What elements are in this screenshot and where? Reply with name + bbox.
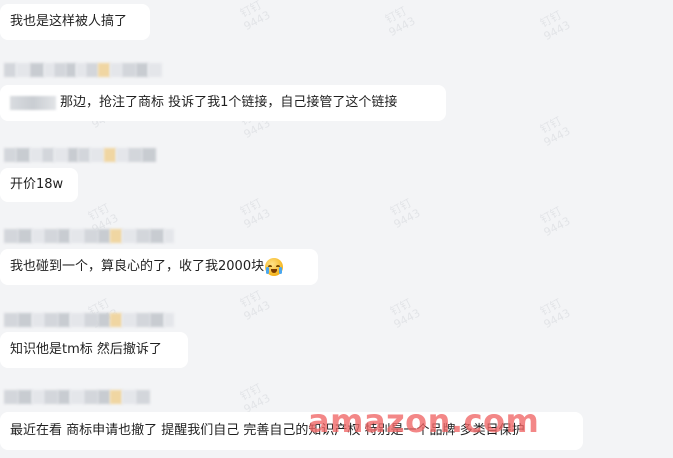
masked-text xyxy=(10,96,56,110)
message-text: 我也碰到一个，算良心的了，收了我2000块 xyxy=(10,259,265,274)
watermark: 钉钉9443 xyxy=(538,114,573,150)
watermark: 钉钉9443 xyxy=(238,0,273,34)
message-bubble[interactable]: 最近在看 商标申请也撤了 提醒我们自己 完善自己的知识产权 特别是一个品牌 多类… xyxy=(0,412,583,450)
message-text: 那边，抢注了商标 投诉了我1个链接，自己接管了这个链接 xyxy=(60,95,398,110)
watermark: 钉钉9443 xyxy=(388,296,423,332)
sender-name-masked xyxy=(4,63,162,77)
message-bubble[interactable]: 那边，抢注了商标 投诉了我1个链接，自己接管了这个链接 xyxy=(0,85,446,121)
message-text: 最近在看 商标申请也撤了 提醒我们自己 完善自己的知识产权 特别是一个品牌 多类… xyxy=(10,423,525,438)
sender-name-masked xyxy=(4,229,174,243)
sender-name-masked xyxy=(4,148,156,162)
watermark: 钉钉9443 xyxy=(238,288,273,324)
sender-name-masked xyxy=(4,313,174,327)
message-bubble[interactable]: 知识他是tm标 然后撤诉了 xyxy=(0,332,188,368)
watermark: 钉钉9443 xyxy=(538,204,573,240)
watermark: 钉钉9443 xyxy=(383,4,418,40)
message-bubble[interactable]: 我也是这样被人搞了 xyxy=(0,4,150,40)
watermark: 钉钉9443 xyxy=(388,196,423,232)
watermark: 钉钉9443 xyxy=(238,381,273,417)
watermark: 钉钉9443 xyxy=(238,196,273,232)
sender-name-masked xyxy=(4,390,150,404)
message-text: 我也是这样被人搞了 xyxy=(10,14,128,29)
watermark: 钉钉9443 xyxy=(538,296,573,332)
message-text: 开价18w xyxy=(10,177,64,192)
message-text: 知识他是tm标 然后撤诉了 xyxy=(10,342,162,357)
crying-laughing-emoji-icon xyxy=(265,258,284,276)
message-bubble[interactable]: 开价18w xyxy=(0,168,78,202)
chat-message-list[interactable]: 钉钉9443 钉钉9443 钉钉9443 钉钉9443 钉钉9443 钉钉944… xyxy=(0,0,673,458)
watermark: 钉钉9443 xyxy=(538,8,573,44)
message-bubble[interactable]: 我也碰到一个，算良心的了，收了我2000块 xyxy=(0,249,318,285)
